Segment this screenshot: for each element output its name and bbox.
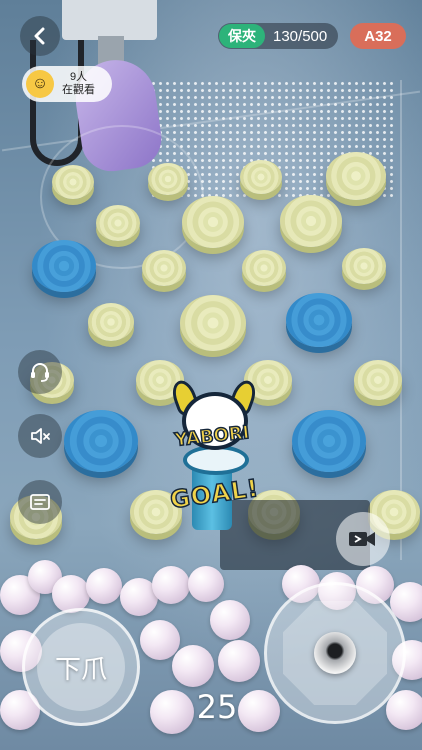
peg [52, 165, 94, 199]
joystick-knob[interactable] [314, 632, 356, 674]
machine-id-badge: A32 [350, 23, 406, 49]
viewer-label: 在觀看 [62, 84, 95, 96]
peg [182, 196, 244, 248]
peg [88, 303, 134, 341]
message-icon [30, 494, 50, 510]
customer-service-button[interactable] [18, 350, 62, 394]
countdown-timer: 25 [196, 688, 238, 726]
joystick[interactable] [264, 582, 406, 724]
back-button[interactable] [20, 16, 60, 56]
drop-claw-button[interactable]: 下爪 [22, 608, 140, 726]
peg-blue [292, 410, 366, 472]
ball [172, 645, 214, 687]
drop-claw-label: 下爪 [54, 654, 107, 685]
peg [96, 205, 140, 241]
peg [242, 250, 286, 286]
ball [238, 690, 280, 732]
glass-edge [400, 80, 402, 560]
drop-claw-inner: 下爪 [37, 623, 125, 711]
mute-button[interactable] [18, 414, 62, 458]
peg-blue [64, 410, 138, 472]
guarantee-badge: 保夾 [219, 24, 265, 48]
viewer-count-number: 9人 [69, 71, 88, 83]
smiley-avatar-icon: ☺ [26, 70, 54, 98]
ball [188, 566, 224, 602]
peg-blue [32, 240, 96, 292]
ball [152, 566, 190, 604]
customer-service-icon [31, 363, 49, 382]
camera-switch-icon [349, 532, 375, 546]
camera-switch-button[interactable] [336, 512, 390, 566]
guarantee-count: 130/500 [273, 27, 328, 45]
ball [210, 600, 250, 640]
yabori-logo: YABORI [166, 377, 260, 466]
ball [86, 568, 122, 604]
mute-icon [31, 428, 50, 444]
peg [180, 295, 246, 351]
peg [148, 163, 188, 195]
viewer-count: ☺ 9人 在觀看 [22, 66, 112, 102]
peg [354, 360, 402, 400]
viewer-text: 9人 在觀看 [62, 71, 95, 97]
peg [142, 250, 186, 286]
ball [150, 690, 194, 734]
peg [342, 248, 386, 284]
peg [240, 160, 282, 194]
peg [280, 195, 342, 247]
claw-housing [62, 0, 157, 40]
message-button[interactable] [18, 480, 62, 524]
peg-blue [286, 293, 352, 347]
ball [140, 620, 180, 660]
chevron-left-icon [34, 27, 45, 45]
ball [218, 640, 260, 682]
guarantee-progress: 保夾 130/500 [218, 23, 338, 49]
peg [326, 152, 386, 200]
